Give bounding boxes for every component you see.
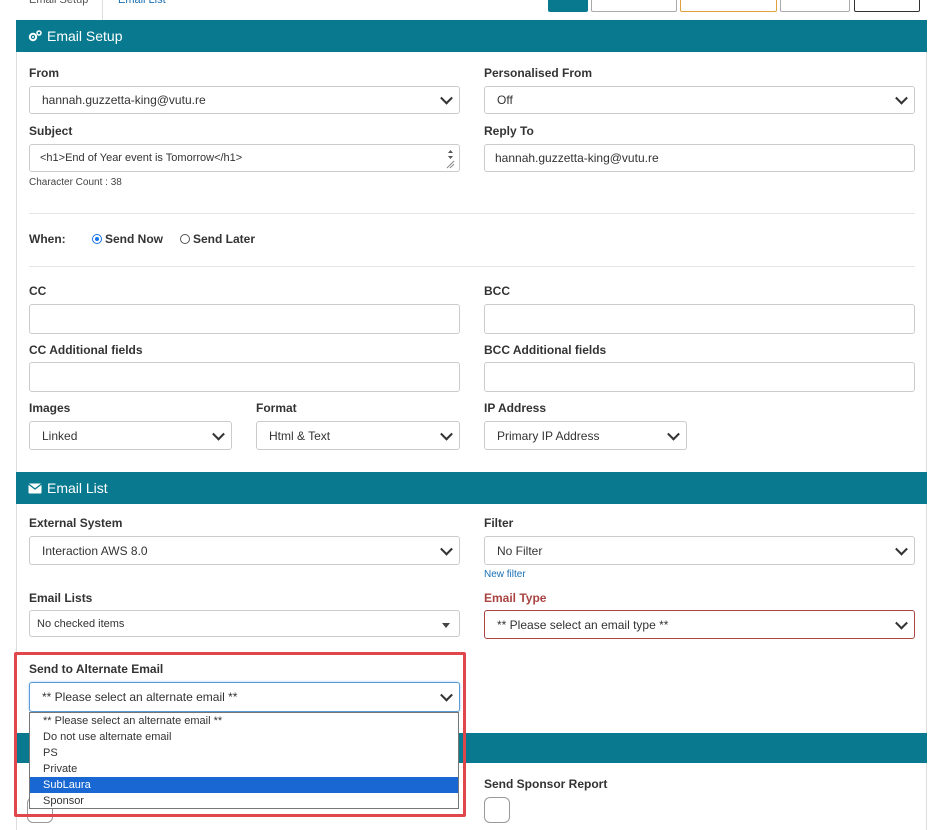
email-type-select[interactable]: ** Please select an email type ** [484, 610, 915, 639]
toolbar-button-2[interactable] [591, 0, 677, 12]
cc-label: CC [29, 284, 47, 298]
images-value: Linked [42, 428, 78, 443]
email-list-header: Email List [16, 472, 927, 504]
tab-email-setup[interactable]: Email Setup [29, 0, 88, 12]
when-label: When: [29, 232, 66, 246]
subject-textarea[interactable]: <h1>End of Year event is Tomorrow</h1> [29, 144, 460, 172]
toolbar-button-4[interactable] [780, 0, 850, 12]
send-now-radio[interactable]: Send Now [92, 231, 163, 246]
envelope-icon [28, 482, 42, 494]
top-tab-strip: Email Setup Email List [0, 0, 933, 20]
toolbar-button-1[interactable] [548, 0, 588, 12]
chevron-down-icon [895, 542, 908, 556]
from-select[interactable]: hannah.guzzetta-king@vutu.re [29, 86, 460, 114]
send-later-label: Send Later [193, 231, 256, 246]
external-system-label: External System [29, 516, 123, 530]
email-type-value: ** Please select an email type ** [497, 617, 669, 632]
divider [29, 213, 915, 214]
chevron-down-icon [895, 91, 908, 105]
send-now-label: Send Now [105, 231, 164, 246]
cc-additional-label: CC Additional fields [29, 343, 143, 357]
send-later-radio[interactable]: Send Later [180, 231, 255, 246]
send-sponsor-report-toggle[interactable] [484, 797, 510, 823]
ip-address-select[interactable]: Primary IP Address [484, 421, 687, 450]
personalised-from-label: Personalised From [484, 66, 593, 80]
tab-email-list[interactable]: Email List [118, 0, 166, 12]
toolbar-button-5[interactable] [854, 0, 920, 12]
filter-value: No Filter [497, 543, 543, 558]
bcc-input[interactable] [484, 304, 915, 334]
external-system-select[interactable]: Interaction AWS 8.0 [29, 536, 460, 565]
chevron-down-icon [667, 427, 680, 441]
chevron-down-icon [212, 427, 225, 441]
format-value: Html & Text [269, 428, 331, 443]
divider [29, 266, 915, 267]
format-label: Format [256, 401, 297, 415]
reply-to-label: Reply To [484, 124, 534, 138]
chevron-down-icon [895, 616, 908, 630]
radio-checked-icon [92, 233, 102, 244]
email-lists-multiselect[interactable]: No checked items [29, 610, 460, 637]
bcc-additional-label: BCC Additional fields [484, 343, 607, 357]
external-system-value: Interaction AWS 8.0 [42, 543, 148, 558]
toolbar-button-3[interactable] [680, 0, 777, 12]
subject-label: Subject [29, 124, 73, 138]
caret-down-icon [442, 623, 450, 628]
email-setup-title: Email Setup [47, 28, 123, 44]
subject-value: <h1>End of Year event is Tomorrow</h1> [40, 152, 243, 164]
cc-input[interactable] [29, 304, 460, 334]
chevron-down-icon [440, 91, 453, 105]
email-list-title: Email List [47, 480, 108, 496]
new-filter-link[interactable]: New filter [484, 569, 526, 580]
chevron-down-icon [440, 427, 453, 441]
email-type-label: Email Type [484, 591, 547, 605]
email-lists-value: No checked items [37, 617, 125, 630]
filter-select[interactable]: No Filter [484, 536, 915, 565]
bcc-label: BCC [484, 284, 510, 298]
reply-to-input[interactable]: hannah.guzzetta-king@vutu.re [484, 144, 915, 172]
filter-label: Filter [484, 516, 514, 530]
personalised-from-value: Off [497, 93, 513, 107]
cogs-icon [28, 30, 42, 42]
character-count: Character Count : 38 [29, 177, 122, 188]
format-select[interactable]: Html & Text [256, 421, 460, 450]
ip-address-value: Primary IP Address [497, 428, 600, 443]
bcc-additional-input[interactable] [484, 362, 915, 392]
send-sponsor-report-label: Send Sponsor Report [484, 777, 608, 791]
personalised-from-select[interactable]: Off [484, 86, 915, 114]
tab-divider [102, 0, 103, 20]
cc-additional-input[interactable] [29, 362, 460, 392]
images-label: Images [29, 401, 71, 415]
images-select[interactable]: Linked [29, 421, 232, 450]
reply-to-value: hannah.guzzetta-king@vutu.re [495, 151, 659, 165]
radio-unchecked-icon [180, 233, 190, 244]
ip-address-label: IP Address [484, 401, 547, 415]
highlight-annotation-box [14, 652, 466, 817]
spinner-arrows-icon[interactable] [446, 147, 455, 169]
chevron-down-icon [440, 542, 453, 556]
email-lists-label: Email Lists [29, 591, 93, 605]
from-label: From [29, 66, 59, 80]
from-value: hannah.guzzetta-king@vutu.re [42, 93, 206, 107]
email-setup-header: Email Setup [16, 20, 927, 52]
